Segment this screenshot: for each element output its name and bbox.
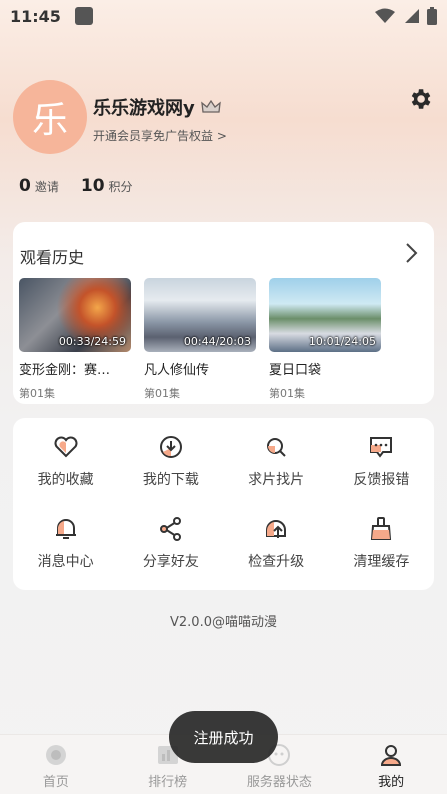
app-notification-icon bbox=[74, 7, 93, 25]
history-name: 夏日口袋 bbox=[269, 363, 322, 378]
settings-gear-icon[interactable] bbox=[407, 86, 433, 112]
menu-item-upgrade[interactable]: 检查升级 bbox=[224, 516, 329, 571]
history-episode: 第01集 bbox=[144, 387, 180, 400]
menu-item-downloads[interactable]: 我的下载 bbox=[118, 434, 223, 489]
history-progress: 00:33/24:59 bbox=[58, 335, 126, 348]
menu-label: 我的下载 bbox=[142, 472, 199, 488]
chevron-right-icon[interactable] bbox=[404, 242, 418, 264]
bell-icon bbox=[55, 519, 76, 539]
history-item[interactable]: 00:44/20:03 凡人修仙传 第01集 bbox=[144, 278, 256, 401]
menu-item-share[interactable]: 分享好友 bbox=[118, 516, 223, 571]
menu-label: 分享好友 bbox=[142, 554, 199, 570]
stat-invite-label: 邀请 bbox=[34, 180, 59, 194]
status-time: 11:45 bbox=[10, 6, 61, 26]
menu-label: 我的收藏 bbox=[37, 472, 94, 488]
toast-message: 注册成功 bbox=[169, 711, 278, 763]
menu-label: 消息中心 bbox=[37, 554, 94, 570]
feedback-icon bbox=[370, 437, 393, 458]
signal-icon bbox=[405, 9, 419, 23]
history-progress: 00:44/20:03 bbox=[183, 335, 251, 348]
history-episode: 第01集 bbox=[269, 387, 305, 400]
history-item[interactable]: 00:33/24:59 变形金刚：赛… 第01集 bbox=[19, 278, 131, 401]
vip-link[interactable]: 开通会员享免广告权益 > bbox=[93, 127, 227, 144]
history-title: 观看历史 bbox=[20, 248, 85, 267]
feature-menu-grid: 我的收藏 我的下载 求片找片 反馈报错 消息中心 分享好友 检查升级 清理缓存 bbox=[13, 434, 434, 571]
watch-history-card: 观看历史 00:33/24:59 变形金刚：赛… 第01集 00:44/20:0… bbox=[13, 222, 434, 404]
username-row: 乐乐游戏网y bbox=[93, 94, 221, 120]
heart-icon bbox=[54, 436, 78, 458]
nav-label: 首页 bbox=[42, 775, 69, 790]
menu-item-request[interactable]: 求片找片 bbox=[224, 434, 329, 489]
menu-label: 清理缓存 bbox=[353, 554, 410, 570]
history-list: 00:33/24:59 变形金刚：赛… 第01集 00:44/20:03 凡人修… bbox=[19, 278, 381, 401]
history-item[interactable]: 10:01/24:05 夏日口袋 第01集 bbox=[269, 278, 381, 401]
home-icon bbox=[45, 745, 66, 765]
search-icon bbox=[267, 438, 286, 457]
history-progress: 10:01/24:05 bbox=[308, 335, 376, 348]
avatar[interactable]: 乐 bbox=[13, 80, 87, 154]
nav-label: 服务器状态 bbox=[246, 775, 312, 790]
upgrade-icon bbox=[266, 520, 287, 538]
menu-label: 求片找片 bbox=[248, 472, 305, 488]
menu-label: 反馈报错 bbox=[353, 472, 410, 488]
version-text: V2.0.0@喵喵动漫 bbox=[170, 615, 277, 630]
history-episode: 第01集 bbox=[19, 387, 55, 400]
stat-points-label: 积分 bbox=[108, 180, 133, 194]
history-name: 变形金刚：赛… bbox=[19, 363, 111, 378]
stat-points-value: 10 bbox=[80, 176, 105, 196]
nav-profile[interactable]: 我的 bbox=[335, 735, 447, 794]
history-thumbnail[interactable]: 00:33/24:59 bbox=[19, 278, 131, 352]
wifi-icon bbox=[375, 8, 395, 23]
history-thumbnail[interactable]: 00:44/20:03 bbox=[144, 278, 256, 352]
menu-item-clear-cache[interactable]: 清理缓存 bbox=[329, 516, 434, 571]
nav-home[interactable]: 首页 bbox=[0, 735, 112, 794]
username: 乐乐游戏网y bbox=[93, 98, 195, 119]
nav-label: 排行榜 bbox=[148, 775, 188, 790]
menu-item-favorites[interactable]: 我的收藏 bbox=[13, 434, 118, 489]
stat-points[interactable]: 10 积分 bbox=[81, 176, 133, 196]
menu-item-feedback[interactable]: 反馈报错 bbox=[329, 434, 434, 489]
history-thumbnail[interactable]: 10:01/24:05 bbox=[269, 278, 381, 352]
download-icon bbox=[159, 436, 182, 458]
share-icon bbox=[159, 517, 181, 541]
menu-label: 检查升级 bbox=[248, 554, 305, 570]
avatar-char: 乐 bbox=[31, 100, 68, 141]
history-name: 凡人修仙传 bbox=[144, 363, 210, 378]
stats-row: 0 邀请 10 积分 bbox=[19, 176, 133, 196]
menu-item-messages[interactable]: 消息中心 bbox=[13, 516, 118, 571]
stat-invite-value: 0 bbox=[19, 176, 31, 196]
broom-icon bbox=[371, 517, 392, 540]
status-bar: 11:45 bbox=[0, 0, 447, 32]
crown-icon bbox=[200, 99, 221, 113]
profile-icon bbox=[381, 745, 402, 766]
feature-menu-card: 我的收藏 我的下载 求片找片 反馈报错 消息中心 分享好友 检查升级 清理缓存 bbox=[13, 418, 434, 590]
stat-invite[interactable]: 0 邀请 bbox=[19, 176, 59, 196]
nav-label: 我的 bbox=[378, 775, 405, 790]
battery-icon bbox=[427, 7, 437, 25]
profile-header: 乐 乐乐游戏网y 开通会员享免广告权益 > bbox=[13, 80, 433, 160]
